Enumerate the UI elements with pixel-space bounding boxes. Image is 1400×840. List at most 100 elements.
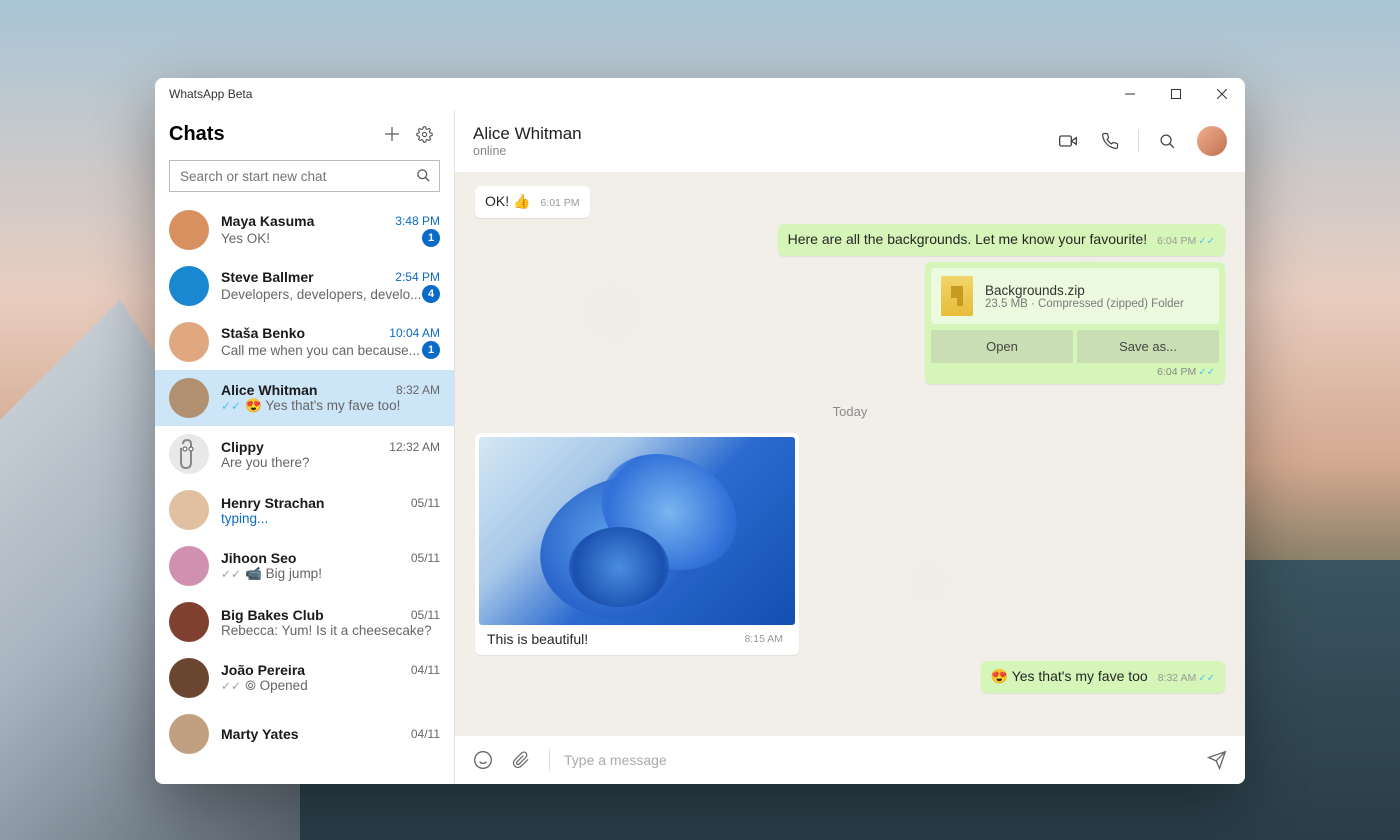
delivered-tick-icon: ✓✓ bbox=[221, 567, 241, 581]
chat-item[interactable]: Clippy12:32 AMAre you there? bbox=[155, 426, 454, 482]
sidebar: Chats Maya Kasuma3:48 PMYes OK!1Steve Ba… bbox=[155, 110, 455, 784]
send-button[interactable] bbox=[1203, 746, 1231, 774]
window-title: WhatsApp Beta bbox=[169, 87, 252, 101]
search-box[interactable] bbox=[169, 160, 440, 192]
chat-time: 12:32 AM bbox=[389, 440, 440, 454]
chat-item[interactable]: Staša Benko10:04 AM Call me when you can … bbox=[155, 314, 454, 370]
unread-badge: 4 bbox=[422, 285, 440, 303]
chat-time: 04/11 bbox=[411, 727, 440, 741]
chat-time: 05/11 bbox=[411, 551, 440, 565]
image-caption: This is beautiful! bbox=[487, 631, 588, 647]
message-time: 6:01 PM bbox=[540, 197, 579, 209]
avatar bbox=[169, 266, 209, 306]
voice-call-button[interactable] bbox=[1090, 121, 1130, 161]
message-time: 6:04 PM✓✓ bbox=[931, 363, 1219, 378]
zip-file-icon bbox=[941, 276, 973, 316]
chat-name: Maya Kasuma bbox=[221, 213, 395, 229]
avatar bbox=[169, 714, 209, 754]
chat-name: Staša Benko bbox=[221, 325, 389, 341]
message-out[interactable]: 😍 Yes that's my fave too 8:32 AM✓✓ bbox=[981, 661, 1225, 693]
unread-badge: 1 bbox=[422, 341, 440, 359]
chat-name: Clippy bbox=[221, 439, 389, 455]
new-chat-button[interactable] bbox=[376, 118, 408, 150]
chat-name: João Pereira bbox=[221, 662, 411, 678]
message-time: 6:04 PM✓✓ bbox=[1157, 235, 1215, 247]
read-tick-icon: ✓✓ bbox=[1198, 367, 1215, 378]
chat-name: Alice Whitman bbox=[221, 382, 396, 398]
search-icon bbox=[416, 168, 431, 188]
chat-preview: ✓✓⦾ Opened bbox=[221, 678, 440, 694]
titlebar: WhatsApp Beta bbox=[155, 78, 1245, 110]
unread-badge: 1 bbox=[422, 229, 440, 247]
avatar bbox=[169, 378, 209, 418]
messages-area[interactable]: OK! 👍 6:01 PM Here are all the backgroun… bbox=[455, 172, 1245, 736]
chat-item[interactable]: Steve Ballmer2:54 PM Developers, develope… bbox=[155, 258, 454, 314]
avatar bbox=[169, 546, 209, 586]
chat-time: 3:48 PM bbox=[395, 214, 440, 228]
chat-name: Henry Strachan bbox=[221, 495, 411, 511]
sidebar-title: Chats bbox=[169, 123, 376, 146]
chat-name: Big Bakes Club bbox=[221, 607, 411, 623]
chat-list[interactable]: Maya Kasuma3:48 PMYes OK!1Steve Ballmer2… bbox=[155, 202, 454, 784]
chat-time: 10:04 AM bbox=[389, 326, 440, 340]
chat-item[interactable]: Marty Yates04/11 bbox=[155, 706, 454, 762]
read-tick-icon: ✓✓ bbox=[1198, 673, 1215, 684]
message-in[interactable]: OK! 👍 6:01 PM bbox=[475, 186, 590, 218]
message-attachment[interactable]: Backgrounds.zip 23.5 MB · Compressed (zi… bbox=[925, 262, 1225, 384]
chat-preview: Yes OK! bbox=[221, 231, 422, 246]
message-time: 8:32 AM✓✓ bbox=[1158, 672, 1215, 684]
chat-item[interactable]: Maya Kasuma3:48 PM Yes OK!1 bbox=[155, 202, 454, 258]
chat-time: 04/11 bbox=[411, 663, 440, 677]
chat-item[interactable]: Jihoon Seo05/11✓✓📹 Big jump! bbox=[155, 538, 454, 594]
chat-preview: Developers, developers, develo... bbox=[221, 287, 422, 302]
avatar bbox=[169, 210, 209, 250]
maximize-button[interactable] bbox=[1153, 78, 1199, 110]
avatar bbox=[169, 434, 209, 474]
profile-avatar[interactable] bbox=[1197, 126, 1227, 156]
chat-preview: Rebecca: Yum! Is it a cheesecake? bbox=[221, 623, 440, 638]
video-call-button[interactable] bbox=[1048, 121, 1088, 161]
search-input[interactable] bbox=[170, 169, 439, 184]
chat-time: 2:54 PM bbox=[395, 270, 440, 284]
app-window: WhatsApp Beta Chats Maya Kasuma3:48 PM Ye… bbox=[155, 78, 1245, 784]
contact-status: online bbox=[473, 144, 1048, 158]
chat-time: 05/11 bbox=[411, 608, 440, 622]
chat-name: Steve Ballmer bbox=[221, 269, 395, 285]
avatar bbox=[169, 658, 209, 698]
composer bbox=[455, 736, 1245, 784]
avatar bbox=[169, 322, 209, 362]
chat-preview: ✓✓😍 Yes that's my fave too! bbox=[221, 398, 440, 414]
close-button[interactable] bbox=[1199, 78, 1245, 110]
settings-button[interactable] bbox=[408, 118, 440, 150]
chat-item[interactable]: João Pereira04/11✓✓⦾ Opened bbox=[155, 650, 454, 706]
open-file-button[interactable]: Open bbox=[931, 330, 1073, 363]
avatar bbox=[169, 602, 209, 642]
chat-name: Jihoon Seo bbox=[221, 550, 411, 566]
emoji-button[interactable] bbox=[469, 746, 497, 774]
message-image[interactable]: This is beautiful! 8:15 AM bbox=[475, 433, 799, 655]
chat-item[interactable]: Alice Whitman8:32 AM✓✓😍 Yes that's my fa… bbox=[155, 370, 454, 426]
chat-preview: Are you there? bbox=[221, 455, 440, 470]
message-input[interactable] bbox=[564, 752, 1193, 768]
chat-item[interactable]: Big Bakes Club05/11Rebecca: Yum! Is it a… bbox=[155, 594, 454, 650]
chat-item[interactable]: Henry Strachan05/11typing... bbox=[155, 482, 454, 538]
chat-time: 05/11 bbox=[411, 496, 440, 510]
search-in-chat-button[interactable] bbox=[1147, 121, 1187, 161]
message-out[interactable]: Here are all the backgrounds. Let me kno… bbox=[778, 224, 1225, 256]
avatar bbox=[169, 490, 209, 530]
message-time: 8:15 AM bbox=[744, 633, 783, 645]
read-tick-icon: ✓✓ bbox=[1198, 236, 1215, 247]
chat-name: Marty Yates bbox=[221, 726, 411, 742]
file-name: Backgrounds.zip bbox=[985, 283, 1184, 298]
date-divider: Today bbox=[475, 404, 1225, 419]
minimize-button[interactable] bbox=[1107, 78, 1153, 110]
chat-preview: ✓✓📹 Big jump! bbox=[221, 566, 440, 582]
chat-preview: typing... bbox=[221, 511, 440, 526]
save-as-button[interactable]: Save as... bbox=[1077, 330, 1219, 363]
delivered-tick-icon: ✓✓ bbox=[221, 679, 241, 693]
read-tick-icon: ✓✓ bbox=[221, 399, 241, 413]
chat-time: 8:32 AM bbox=[396, 383, 440, 397]
image-preview[interactable] bbox=[479, 437, 795, 625]
chat-preview: Call me when you can because... bbox=[221, 343, 422, 358]
attach-button[interactable] bbox=[507, 746, 535, 774]
